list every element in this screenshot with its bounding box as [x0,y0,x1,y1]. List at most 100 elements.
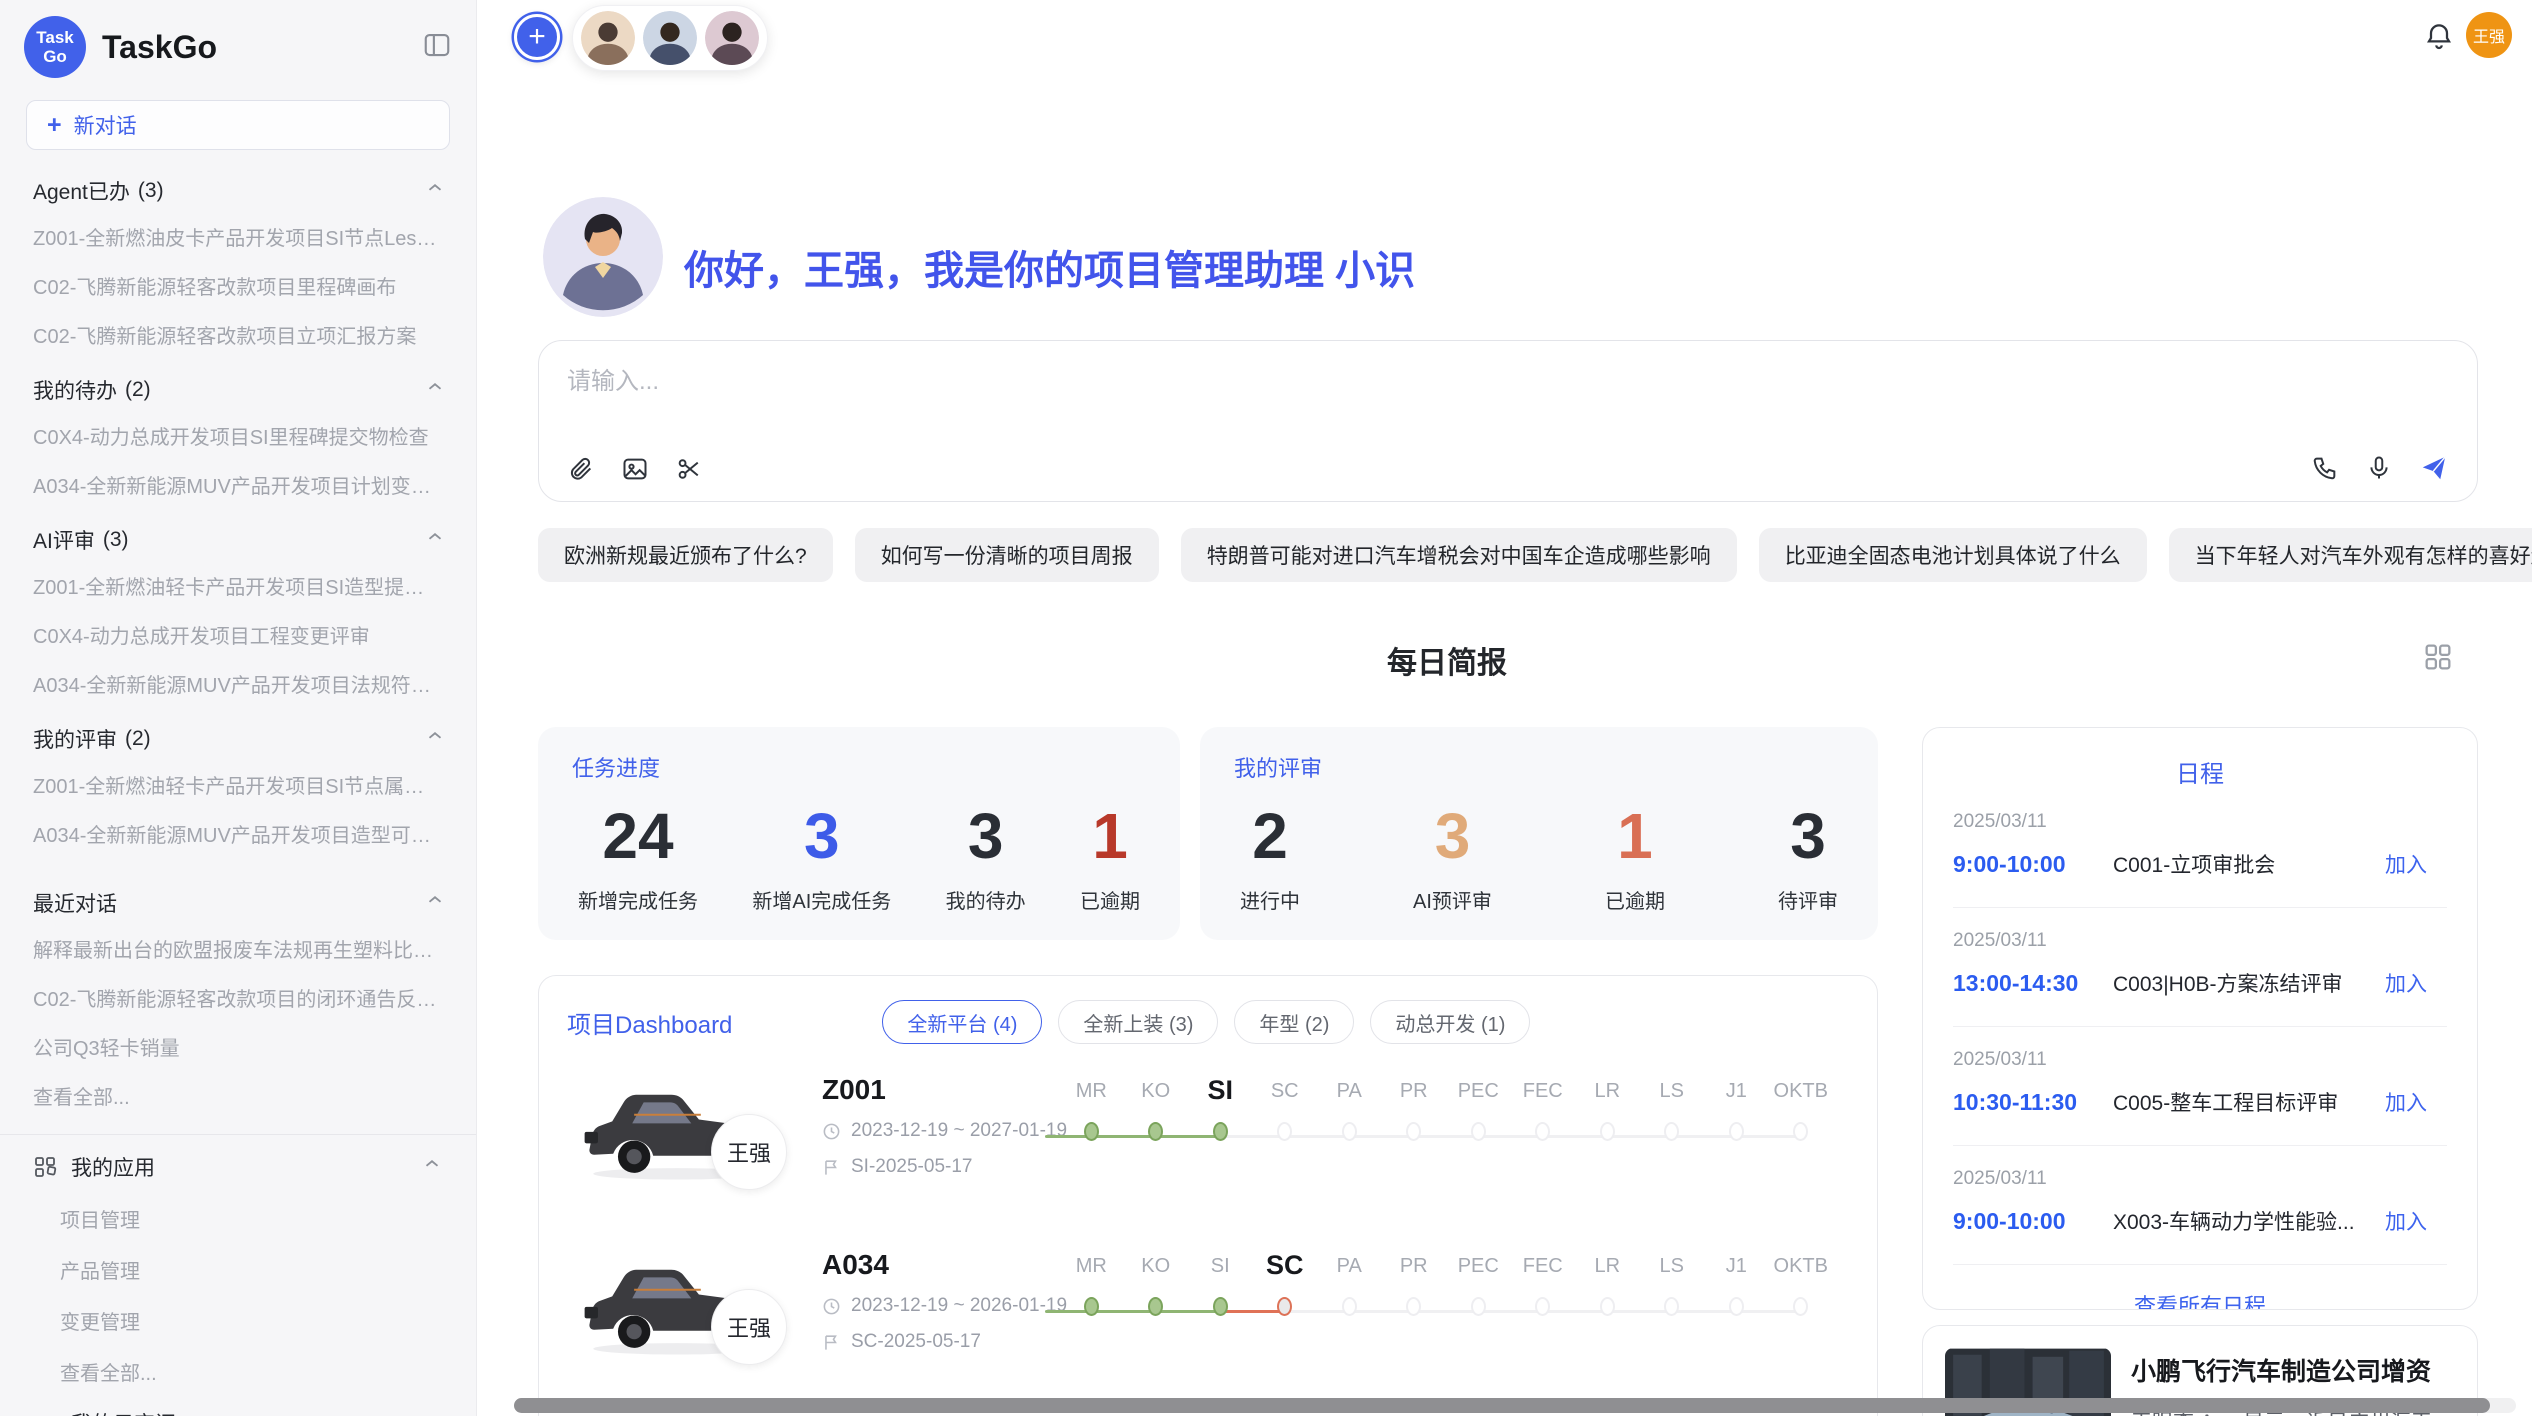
new-chat-button[interactable]: + 新对话 [26,100,450,150]
list-item[interactable]: Z001-全新燃油轻卡产品开发项目SI造型提交物评审 [0,561,476,610]
schedule-event-title: C005-整车工程目标评审 [2113,1087,2371,1117]
schedule-event-title: C001-立项审批会 [2113,849,2371,879]
milestone-current: SI [1188,1074,1253,1146]
schedule-panel: 日程 2025/03/11 9:00-10:00 C001-立项审批会 加入 2… [1922,727,2478,1310]
join-button[interactable]: 加入 [2385,1206,2447,1236]
list-item[interactable]: C02-飞腾新能源轻客改款项目立项汇报方案 [0,310,476,359]
milestone: J1 [1704,1249,1769,1321]
chevron-up-icon[interactable] [424,376,446,404]
tab-new-body[interactable]: 全新上装 (3) [1058,1000,1218,1044]
notification-bell-icon[interactable] [2423,20,2455,57]
list-item[interactable]: 解释最新出台的欧盟报废车法规再生塑料比例被调至15%... [0,924,476,973]
assistant-avatar [543,197,663,317]
section-count: (2) [125,727,151,751]
avatar[interactable] [643,11,697,65]
section-recent-chats[interactable]: 最近对话 [0,872,476,924]
suggestion-chip[interactable]: 当下年轻人对汽车外观有怎样的喜好趋势 [2169,528,2532,582]
tab-new-platform[interactable]: 全新平台 (4) [882,1000,1042,1044]
sidebar-item-change-mgmt[interactable]: 变更管理 [0,1295,476,1346]
suggestion-chip[interactable]: 特朗普可能对进口汽车增税会对中国车企造成哪些影响 [1181,528,1737,582]
image-icon[interactable] [621,455,649,483]
sidebar-item-my-apps[interactable]: 我的应用 [0,1141,476,1193]
suggestion-chip[interactable]: 比亚迪全固态电池计划具体说了什么 [1759,528,2147,582]
join-button[interactable]: 加入 [2385,849,2447,879]
avatar[interactable] [581,11,635,65]
list-item[interactable]: 公司Q3轻卡销量 [0,1022,476,1071]
section-my-review[interactable]: 我的评审 (2) [0,708,476,760]
attachment-icon[interactable] [567,455,595,483]
project-info: Z001 2023-12-19 ~ 2027-01-19 SI-2025-05-… [822,1074,1067,1178]
chevron-up-icon[interactable] [424,526,446,554]
list-item[interactable]: A034-全新新能源MUV产品开发项目法规符合性评审 [0,659,476,708]
microphone-icon[interactable] [2365,454,2393,482]
phone-icon[interactable] [2311,454,2339,482]
chevron-up-icon[interactable] [424,725,446,753]
dashboard-title: 项目Dashboard [567,1005,732,1040]
clock-icon [822,1122,841,1141]
chevron-up-icon[interactable] [424,889,446,917]
milestone: J1 [1704,1074,1769,1146]
list-item[interactable]: C02-飞腾新能源轻客改款项目的闭环通告反馈情况 [0,973,476,1022]
milestone-chain: MR KO SI SC PA PR PEC FEC LR LS J1 OKTB [1059,1074,1839,1146]
milestone-dot [1084,1297,1099,1316]
stat-new-completed: 24新增完成任务 [578,793,698,914]
suggestion-chip[interactable]: 欧洲新规最近颁布了什么? [538,528,833,582]
project-row[interactable]: 王强 A034 2023-12-19 ~ 2026-01-19 SC-2025-… [539,1241,1879,1411]
sidebar-item-label: 我的应用 [71,1152,155,1182]
milestone-dot [1729,1297,1744,1316]
milestone: PR [1382,1249,1447,1321]
section-label: 最近对话 [33,888,117,918]
milestone-dot [1793,1297,1808,1316]
list-item[interactable]: C02-飞腾新能源轻客改款项目里程碑画布 [0,261,476,310]
sidebar-item-cloud-space[interactable]: 我的云空间 [0,1397,476,1416]
layout-grid-icon[interactable] [2421,640,2455,679]
sidebar-collapse-icon[interactable] [422,30,452,65]
section-my-todo[interactable]: 我的待办 (2) [0,359,476,411]
list-item[interactable]: A034-全新新能源MUV产品开发项目造型可行性评审 [0,809,476,858]
milestone: PEC [1446,1074,1511,1146]
schedule-item: 2025/03/11 9:00-10:00 C001-立项审批会 加入 [1953,789,2447,908]
tab-powertrain[interactable]: 动总开发 (1) [1370,1000,1530,1044]
tab-model-year[interactable]: 年型 (2) [1234,1000,1354,1044]
list-item[interactable]: Z001-全新燃油轻卡产品开发项目SI节点属性5D文件评审 [0,760,476,809]
stat-pending-review: 3待评审 [1778,793,1838,914]
section-agent-done[interactable]: Agent已办 (3) [0,160,476,212]
section-ai-review[interactable]: AI评审 (3) [0,509,476,561]
schedule-date: 2025/03/11 [1953,1049,2447,1071]
sidebar-item-project-mgmt[interactable]: 项目管理 [0,1193,476,1244]
avatar[interactable] [705,11,759,65]
milestone: KO [1124,1249,1189,1321]
milestone: PA [1317,1074,1382,1146]
list-item[interactable]: C0X4-动力总成开发项目工程变更评审 [0,610,476,659]
schedule-time: 13:00-14:30 [1953,970,2113,997]
project-milestone-date: SC-2025-05-17 [822,1331,1067,1353]
view-all-schedule-link[interactable]: 查看所有日程 [1923,1265,2477,1310]
chevron-up-icon[interactable] [424,177,446,205]
stat-my-todo: 3我的待办 [946,793,1026,914]
new-chat-label: 新对话 [74,110,137,140]
stats: 2进行中 3AI预评审 1已逾期 3待评审 [1234,793,1844,914]
project-row[interactable]: 王强 Z001 2023-12-19 ~ 2027-01-19 SI-2025-… [539,1066,1879,1236]
send-icon[interactable] [2419,453,2449,483]
join-button[interactable]: 加入 [2385,1087,2447,1117]
view-all-chats[interactable]: 查看全部... [0,1071,476,1120]
milestone: PA [1317,1249,1382,1321]
chat-input[interactable] [567,361,2267,431]
section-label: AI评审 [33,525,95,555]
greeting-text: 你好，王强，我是你的项目管理助理 小识 [684,238,1415,296]
user-avatar[interactable]: 王强 [2466,12,2512,58]
list-item[interactable]: C0X4-动力总成开发项目SI里程碑提交物检查 [0,411,476,460]
list-item[interactable]: Z001-全新燃油皮卡产品开发项目SI节点Lesson Learn报告 [0,212,476,261]
suggestion-chip[interactable]: 如何写一份清晰的项目周报 [855,528,1159,582]
new-conversation-button[interactable]: + [514,14,560,60]
sidebar-header: Task Go TaskGo [0,0,476,88]
horizontal-scrollbar-thumb[interactable] [514,1398,2490,1413]
horizontal-scrollbar-track[interactable] [514,1398,2516,1413]
clock-icon [822,1297,841,1316]
view-all-apps[interactable]: 查看全部... [0,1346,476,1397]
join-button[interactable]: 加入 [2385,968,2447,998]
chevron-up-icon[interactable] [421,1153,443,1181]
list-item[interactable]: A034-全新新能源MUV产品开发项目计划变更表编写 [0,460,476,509]
sidebar-item-product-mgmt[interactable]: 产品管理 [0,1244,476,1295]
scissors-icon[interactable] [675,455,703,483]
